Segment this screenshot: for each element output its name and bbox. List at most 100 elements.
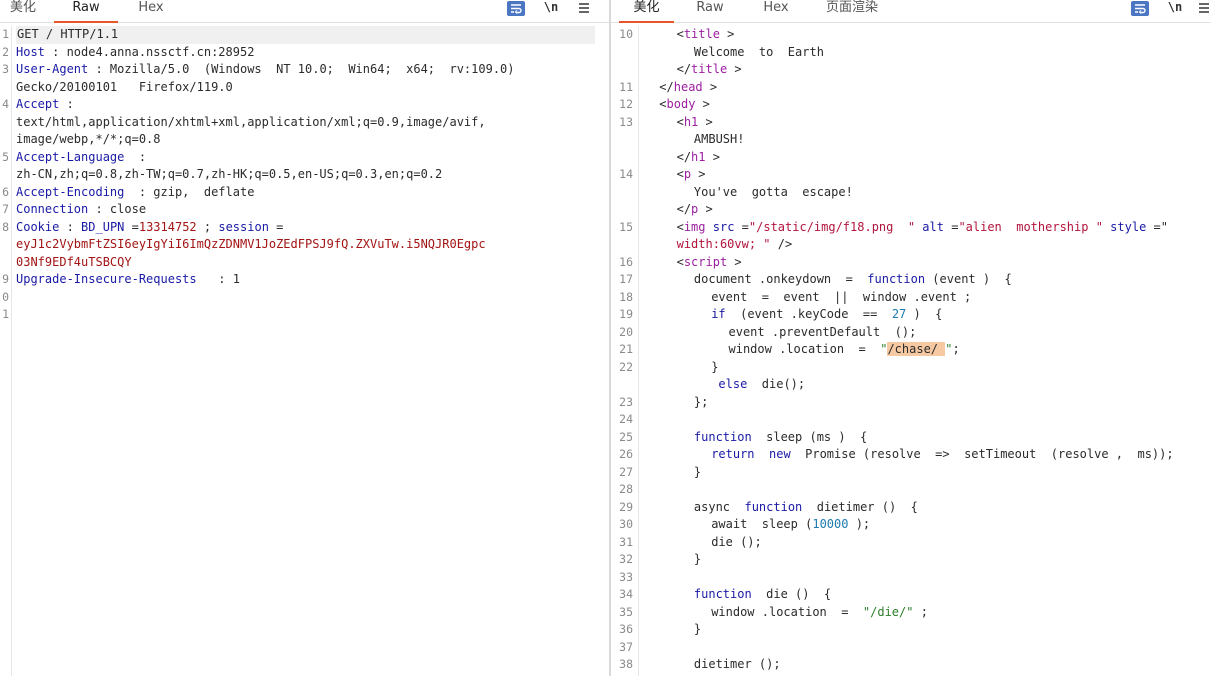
code-text: <h1 > [677, 114, 713, 132]
response-panel: 美化 Raw Hex 页面渲染 \n 10 <title > Welcome to … [611, 0, 1211, 676]
code-line: 03Nf9EDf4uTSBCQY [0, 254, 609, 272]
code-line: Welcome to Earth [611, 44, 1211, 62]
code-token: : close [88, 202, 147, 216]
code-text: if (event .keyCode == 27 ) { [711, 306, 942, 324]
code-line: 34 function die () { [611, 586, 1211, 604]
line-number: 10 [619, 27, 633, 41]
code-token: function [693, 429, 752, 444]
code-line: 1 [0, 306, 609, 324]
tab-hex[interactable]: Hex [755, 0, 797, 21]
code-token: title [683, 27, 720, 41]
code-token: > [727, 62, 742, 76]
tab-hex[interactable]: Hex [130, 0, 172, 21]
code-token: } [711, 359, 719, 374]
menu-icon[interactable] [1197, 0, 1211, 18]
line-number: 28 [619, 482, 633, 496]
code-line: 16 <script > [611, 254, 1211, 272]
line-number: 38 [619, 657, 633, 671]
wrap-text-icon[interactable] [1131, 1, 1149, 16]
wrap-text-icon[interactable] [507, 1, 525, 16]
line-number: 24 [619, 412, 633, 426]
tab-pretty[interactable]: 美化 [619, 0, 674, 23]
code-text: 03Nf9EDf4uTSBCQY [16, 254, 132, 272]
code-text: dietimer (); [694, 656, 781, 674]
code-line: 9 Upgrade-Insecure-Requests : 1 [0, 271, 609, 289]
tab-raw[interactable]: Raw [689, 0, 731, 21]
code-text: else die(); [711, 376, 805, 394]
code-token: eyJ1c2VybmFtZSI6eyIgYiI6ImQzZDNMV1JoZEdF… [16, 237, 486, 251]
request-tabbar: 美化 Raw Hex \n [0, 0, 609, 23]
code-line: image/webp,*/*;q=0.8 [0, 131, 609, 149]
line-number: 0 [2, 289, 9, 304]
line-number: 34 [619, 587, 633, 601]
code-line: 7 Connection : close [0, 201, 609, 219]
code-text: await sleep (10000 ); [711, 516, 870, 534]
code-line: </p > [611, 201, 1211, 219]
code-token: document .onkeydown = [693, 272, 868, 286]
code-line: 2 Host : node4.anna.nssctf.cn:28952 [0, 44, 609, 62]
line-number: 2 [2, 44, 9, 59]
code-line: 5 Accept-Language : [0, 149, 609, 167]
code-token: title [691, 62, 728, 76]
line-number: 35 [619, 604, 633, 619]
code-token: return [711, 447, 755, 461]
code-text: event = event || window .event ; [711, 289, 971, 307]
code-token: < [676, 167, 684, 181]
code-text: Accept-Language : [16, 149, 146, 167]
code-token: : gzip, deflate [124, 184, 255, 199]
code-token: </ [676, 62, 692, 76]
response-editor[interactable]: 10 <title > Welcome to Earth </title >11 </h… [611, 26, 1211, 676]
code-line: 11 </head > [611, 79, 1211, 97]
code-token: die (); [711, 534, 762, 549]
code-token: : [59, 97, 74, 111]
code-text: function die () { [694, 586, 831, 604]
code-line: text/html,application/xhtml+xml,applicat… [0, 114, 609, 132]
code-token: > [691, 167, 706, 181]
code-text: function sleep (ms ) { [694, 429, 867, 447]
code-line: 32} [611, 551, 1211, 569]
code-line: 31 die (); [611, 534, 1211, 552]
line-number: 31 [619, 534, 633, 549]
code-token: > [705, 149, 720, 164]
line-number: 3 [2, 62, 9, 76]
line-number: 14 [619, 167, 633, 181]
code-token: User-Agent [16, 62, 89, 76]
code-token: < [676, 254, 684, 269]
code-token: die () { [751, 587, 832, 601]
line-number: 16 [619, 254, 633, 269]
code-token: (event ) { [925, 272, 1012, 286]
line-number: 30 [619, 517, 633, 531]
line-number: 5 [2, 149, 9, 164]
tab-pretty[interactable]: 美化 [4, 0, 42, 21]
code-token: new [769, 447, 791, 461]
menu-icon[interactable] [577, 0, 597, 18]
tab-raw[interactable]: Raw [54, 0, 118, 23]
newline-toggle-icon[interactable]: \n [541, 0, 561, 18]
code-token: > [719, 27, 735, 41]
code-text: zh-CN,zh;q=0.8,zh-TW;q=0.7,zh-HK;q=0.5,e… [16, 166, 442, 184]
newline-toggle-icon[interactable]: \n [1165, 0, 1185, 18]
code-token: < [676, 219, 684, 234]
code-text: image/webp,*/*;q=0.8 [16, 131, 161, 149]
request-editor[interactable]: 1 GET / HTTP/1.1 2 Host : node4.anna.nssctf… [0, 26, 609, 676]
line-number: 11 [619, 79, 633, 94]
code-token: script [683, 254, 728, 269]
code-line: 38 dietimer (); [611, 656, 1211, 674]
code-token: : [124, 149, 147, 164]
code-token: > [695, 97, 710, 111]
code-text: event .preventDefault (); [729, 324, 917, 342]
line-number: 19 [619, 307, 633, 321]
code-line: 33 [611, 569, 1211, 587]
code-token: text/html,application/xhtml+xml,applicat… [16, 114, 486, 129]
code-line: 19 if (event .keyCode == 27 ) { [611, 306, 1211, 324]
code-text: Connection : close [16, 201, 146, 219]
code-text: Accept : [16, 96, 74, 114]
code-token: =" [1146, 219, 1168, 234]
code-line: 15 <img src ="/static/img/f18.png " alt =… [611, 219, 1211, 237]
line-number: 22 [619, 359, 633, 374]
code-text: Accept-Encoding : gzip, deflate [16, 184, 254, 202]
code-token: : [59, 219, 82, 234]
tab-render[interactable]: 页面渲染 [817, 0, 887, 21]
